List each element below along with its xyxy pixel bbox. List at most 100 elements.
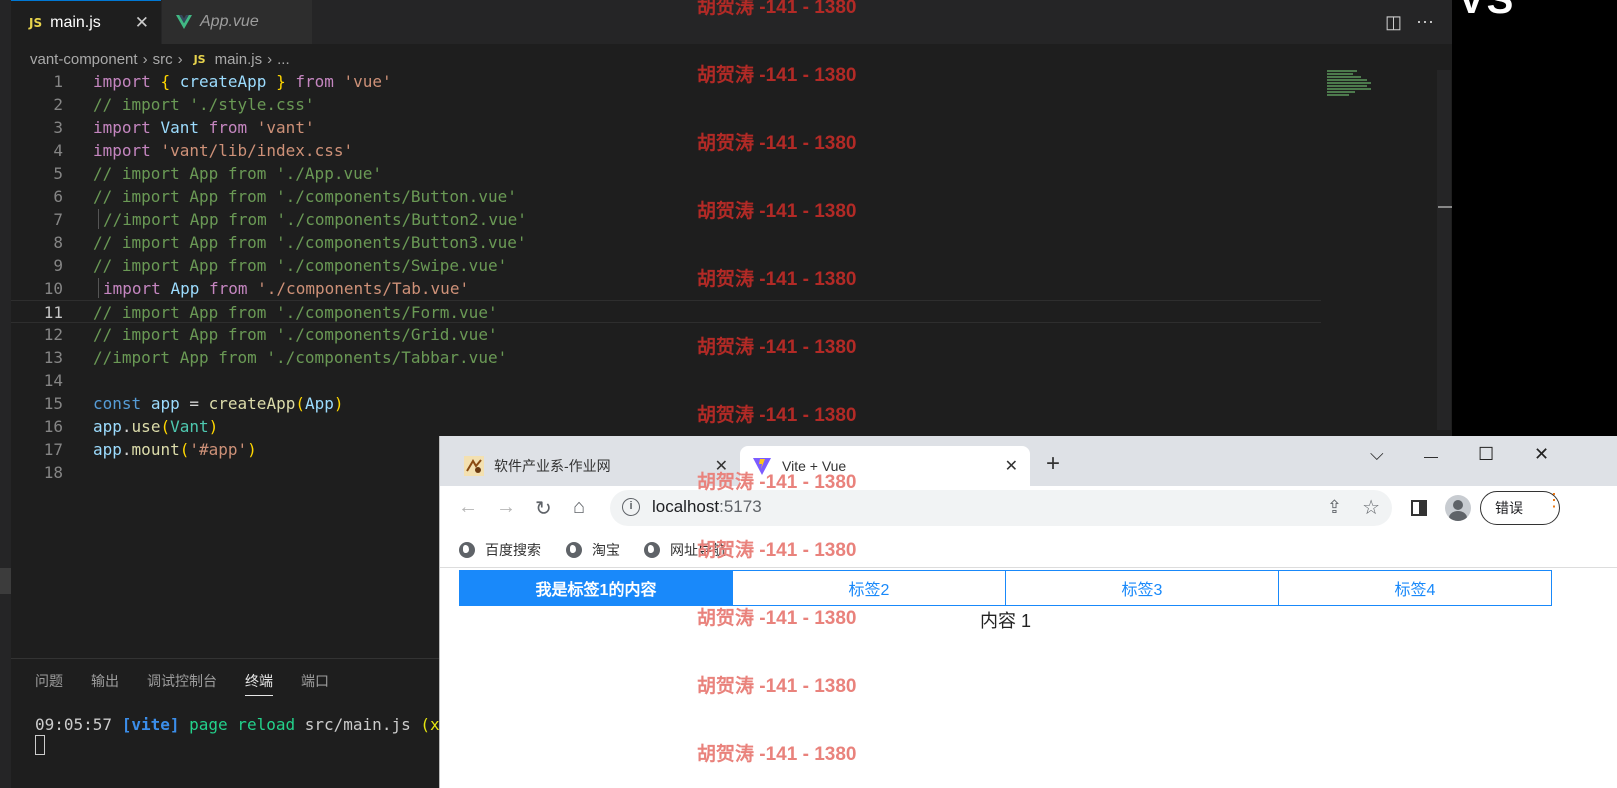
- minimap[interactable]: [1327, 70, 1373, 104]
- chevron-right-icon: ›: [267, 50, 273, 68]
- panel-tab-ports[interactable]: 端口: [301, 671, 329, 696]
- panel-tab-output[interactable]: 输出: [91, 671, 119, 696]
- bookmark-star-icon[interactable]: ☆: [1362, 495, 1380, 520]
- line-number: 6: [53, 187, 63, 206]
- line-number: 8: [53, 233, 63, 252]
- site-favicon-icon: [464, 456, 484, 476]
- side-panel-icon[interactable]: [1411, 500, 1427, 516]
- line-number: 10: [43, 279, 63, 298]
- close-tab-icon[interactable]: ✕: [1005, 456, 1018, 476]
- breadcrumb-item[interactable]: src: [153, 51, 173, 68]
- chevron-right-icon: ›: [142, 50, 148, 68]
- breadcrumb-item[interactable]: ...: [277, 51, 290, 68]
- more-actions-icon[interactable]: ⋯: [1416, 12, 1434, 33]
- code-line[interactable]: 10 import App from './components/Tab.vue': [11, 277, 1321, 300]
- code-line[interactable]: 9 // import App from './components/Swipe.…: [11, 254, 1321, 277]
- browser-tab-homework[interactable]: 软件产业系-作业网 ✕: [452, 446, 740, 486]
- panel-tabs: 问题 输出 调试控制台 终端 端口: [35, 671, 329, 696]
- code-line[interactable]: 2 // import './style.css': [11, 93, 1321, 116]
- breadcrumb-item[interactable]: vant-component: [30, 51, 138, 68]
- tab-main-js[interactable]: JS main.js ✕: [11, 0, 161, 44]
- editor-scrollbar[interactable]: [1437, 70, 1452, 430]
- tab-app-vue[interactable]: App.vue: [162, 0, 312, 44]
- split-editor-icon[interactable]: ◫: [1385, 12, 1402, 33]
- home-icon[interactable]: ⌂: [573, 496, 585, 519]
- code-line[interactable]: 4 import 'vant/lib/index.css': [11, 139, 1321, 162]
- editor-tabbar: JS main.js ✕ App.vue ◫ ⋯: [11, 0, 1500, 44]
- corner-text: VS: [1458, 0, 1516, 22]
- token: }: [276, 72, 286, 91]
- new-tab-icon[interactable]: +: [1046, 452, 1060, 476]
- terminal-file: src/main.js: [304, 715, 411, 734]
- code-line[interactable]: 5 // import App from './App.vue': [11, 162, 1321, 185]
- token: from: [208, 279, 248, 298]
- background-window-corner: VS: [1452, 0, 1617, 436]
- comment: // import App from './components/Grid.vu…: [93, 325, 498, 344]
- code-line[interactable]: 1 import { createApp } from 'vue': [11, 70, 1321, 93]
- url-text[interactable]: localhost:5173: [652, 497, 762, 517]
- browser-tab-title: Vite + Vue: [782, 458, 847, 474]
- maximize-icon[interactable]: ☐: [1478, 444, 1494, 465]
- forward-icon[interactable]: →: [496, 496, 516, 519]
- tab-search-chevron-icon[interactable]: ⌵: [1370, 444, 1384, 465]
- line-number: 17: [43, 440, 63, 459]
- close-tab-icon[interactable]: ✕: [715, 456, 728, 476]
- bookmark-label: 百度搜索: [485, 542, 541, 558]
- code-line[interactable]: 13 //import App from './components/Tabbar…: [11, 346, 1321, 369]
- comment: // import App from './components/Button.…: [93, 187, 517, 206]
- line-number: 4: [53, 141, 63, 160]
- token: 'vue': [343, 72, 392, 91]
- line-number: 1: [53, 72, 63, 91]
- code-line[interactable]: 12 // import App from './components/Grid.…: [11, 323, 1321, 346]
- token: from: [295, 72, 334, 91]
- share-icon[interactable]: ⇪: [1327, 497, 1342, 518]
- comment: //import App from './components/Tabbar.v…: [93, 348, 508, 367]
- token: app: [93, 440, 122, 459]
- menu-kebab-icon[interactable]: ⋮: [1545, 491, 1563, 509]
- web-page: 我是标签1的内容 标签2 标签3 标签4 内容 1: [440, 569, 1617, 788]
- editor-actions: ◫ ⋯: [1385, 12, 1434, 33]
- back-icon[interactable]: ←: [458, 496, 478, 519]
- code-line[interactable]: 6 // import App from './components/Button…: [11, 185, 1321, 208]
- code-line[interactable]: 3 import Vant from 'vant': [11, 116, 1321, 139]
- js-file-icon: JS: [193, 52, 206, 66]
- token: app: [150, 394, 180, 413]
- token: ): [247, 440, 257, 459]
- terminal-cursor[interactable]: [35, 735, 45, 755]
- code-line[interactable]: 16 app.use(Vant): [11, 415, 1321, 438]
- bookmark-baidu[interactable]: 百度搜索: [459, 540, 541, 560]
- line-number: 14: [43, 371, 63, 390]
- code-line[interactable]: 15 const app = createApp(App): [11, 392, 1321, 415]
- bookmark-taobao[interactable]: 淘宝: [566, 540, 620, 560]
- reload-icon[interactable]: ↻: [535, 496, 552, 521]
- code-line[interactable]: 8 // import App from './components/Button…: [11, 231, 1321, 254]
- code-line-current[interactable]: 11 // import App from './components/Form.…: [11, 300, 1321, 323]
- token: 'vant': [256, 118, 315, 137]
- profile-avatar-icon[interactable]: [1445, 495, 1471, 521]
- vant-tab-3[interactable]: 标签3: [1005, 571, 1278, 605]
- close-icon[interactable]: ✕: [135, 13, 149, 33]
- line-number: 16: [43, 417, 63, 436]
- minimize-icon[interactable]: —: [1424, 448, 1438, 464]
- breadcrumb-item[interactable]: main.js: [215, 51, 263, 68]
- address-bar[interactable]: i localhost:5173 ⇪ ☆: [610, 490, 1392, 526]
- vant-tab-1[interactable]: 我是标签1的内容: [460, 571, 732, 605]
- token: use: [131, 417, 161, 436]
- panel-tab-problems[interactable]: 问题: [35, 671, 63, 696]
- scrollbar-thumb[interactable]: [1438, 206, 1452, 208]
- code-line[interactable]: 14: [11, 369, 1321, 392]
- panel-tab-terminal[interactable]: 终端: [245, 671, 273, 696]
- token: import: [93, 72, 151, 91]
- error-button[interactable]: 错误 ⋮: [1480, 491, 1563, 525]
- panel-tab-debug-console[interactable]: 调试控制台: [147, 671, 217, 696]
- browser-tab-vite[interactable]: Vite + Vue ✕: [740, 446, 1030, 486]
- bookmark-navigation[interactable]: 网址导航: [644, 540, 726, 560]
- token: (: [295, 394, 305, 413]
- vant-tab-2[interactable]: 标签2: [732, 571, 1005, 605]
- site-info-icon[interactable]: i: [622, 498, 640, 516]
- url-port: :5173: [719, 497, 762, 516]
- vant-tab-4[interactable]: 标签4: [1278, 571, 1551, 605]
- close-window-icon[interactable]: ✕: [1534, 444, 1549, 465]
- line-number: 3: [53, 118, 63, 137]
- code-line[interactable]: 7 //import App from './components/Button2…: [11, 208, 1321, 231]
